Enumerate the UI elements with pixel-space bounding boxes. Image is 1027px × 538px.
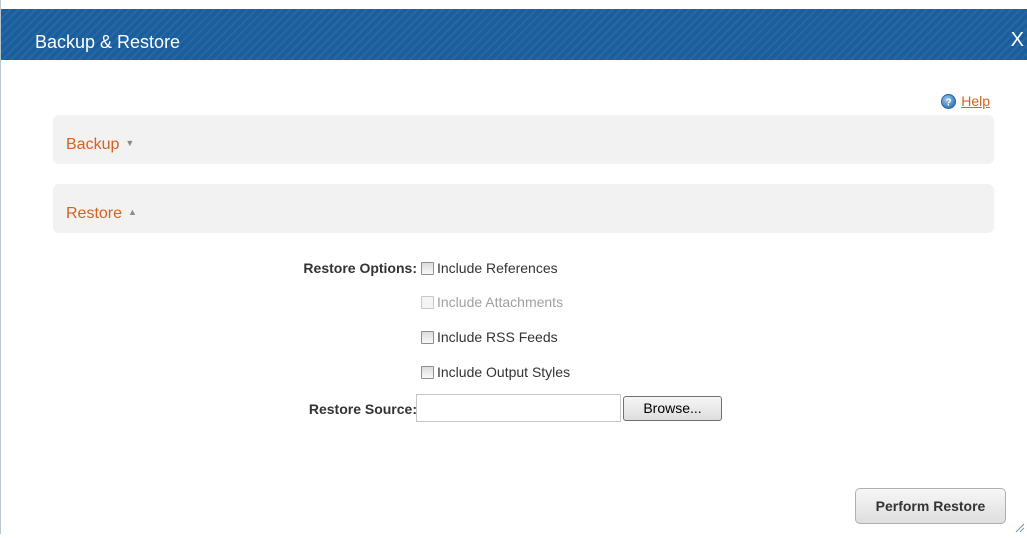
option-include-output-styles[interactable]: Include Output Styles (421, 364, 570, 380)
svg-text:?: ? (946, 97, 952, 108)
include-attachments-checkbox (421, 295, 434, 309)
restore-section-label: Restore ▲ (66, 205, 137, 222)
collapse-arrow-up-icon: ▲ (128, 207, 137, 217)
browse-button[interactable]: Browse... (623, 396, 722, 421)
restore-source-label: Restore Source: (308, 401, 417, 417)
perform-restore-button[interactable]: Perform Restore (855, 488, 1006, 524)
help-question-icon[interactable]: ? (941, 93, 957, 109)
close-button[interactable]: X (1011, 29, 1024, 51)
option-include-references[interactable]: Include References (421, 260, 558, 276)
help-link-group[interactable]: ? Help (941, 93, 990, 109)
expand-arrow-down-icon: ▼ (125, 138, 135, 148)
option-include-rss-feeds[interactable]: Include RSS Feeds (421, 329, 558, 345)
restore-source-input[interactable] (416, 394, 621, 422)
include-output-styles-checkbox[interactable] (421, 365, 434, 379)
backup-restore-dialog: Backup & Restore X ? Help Backup ▼ Restor… (0, 0, 1027, 534)
option-include-attachments: Include Attachments (421, 294, 563, 310)
include-rss-feeds-label: Include RSS Feeds (437, 329, 558, 345)
resize-grip-icon[interactable] (1013, 520, 1025, 533)
restore-options-label: Restore Options: (303, 260, 417, 276)
include-references-checkbox[interactable] (421, 261, 434, 275)
dialog-title: Backup & Restore (35, 32, 181, 52)
include-rss-feeds-checkbox[interactable] (421, 330, 434, 344)
include-attachments-label: Include Attachments (437, 294, 564, 310)
backup-section-label: Backup ▼ (66, 136, 135, 153)
restore-section-header[interactable]: Restore ▲ (53, 184, 994, 233)
dialog-titlebar[interactable]: Backup & Restore X (1, 0, 1027, 60)
include-references-label: Include References (437, 260, 558, 276)
include-output-styles-label: Include Output Styles (437, 364, 571, 380)
backup-section-header[interactable]: Backup ▼ (53, 115, 994, 164)
help-link[interactable]: Help (961, 93, 990, 109)
